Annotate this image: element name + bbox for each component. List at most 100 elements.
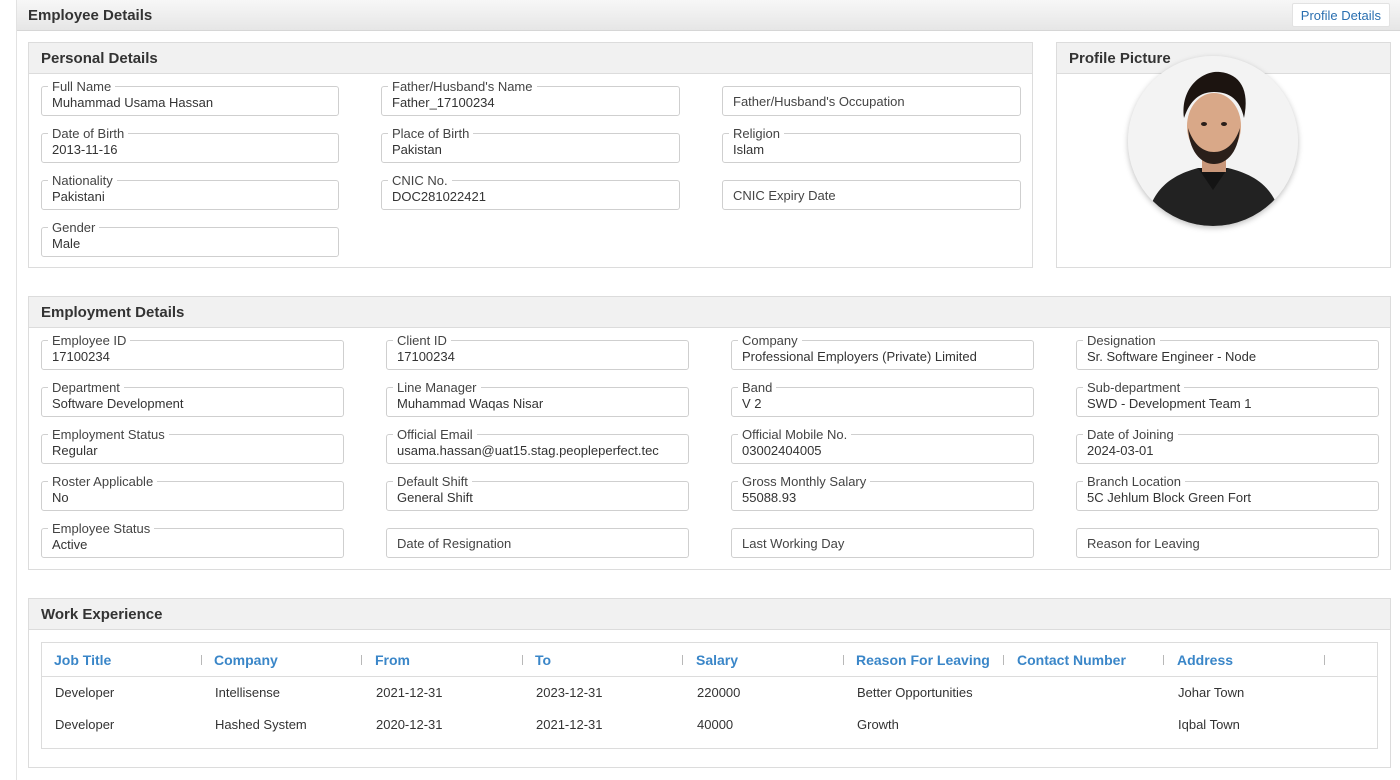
employee-status-field[interactable]: Employee Status Active bbox=[41, 521, 344, 558]
band-field[interactable]: Band V 2 bbox=[731, 380, 1034, 417]
person-photo-icon bbox=[1128, 56, 1298, 226]
client-id-field[interactable]: Client ID 17100234 bbox=[386, 333, 689, 370]
official-email-field[interactable]: Official Email usama.hassan@uat15.stag.p… bbox=[386, 427, 689, 464]
reason-for-leaving-field[interactable]: Reason for Leaving bbox=[1076, 528, 1379, 558]
field-label: Employment Status bbox=[48, 427, 169, 442]
field-value: Muhammad Waqas Nisar bbox=[397, 396, 544, 411]
field-value: 03002404005 bbox=[742, 443, 822, 458]
table-header: Job Title Company From To Salary Reason … bbox=[42, 643, 1377, 677]
field-value: V 2 bbox=[742, 396, 762, 411]
department-field[interactable]: Department Software Development bbox=[41, 380, 344, 417]
column-resize-handle[interactable] bbox=[682, 655, 683, 665]
full-name-field[interactable]: Full Name Muhammad Usama Hassan bbox=[41, 79, 339, 116]
column-header-job-title[interactable]: Job Title bbox=[54, 652, 111, 668]
employment-status-field[interactable]: Employment Status Regular bbox=[41, 427, 344, 464]
nationality-field[interactable]: Nationality Pakistani bbox=[41, 173, 339, 210]
place-of-birth-field[interactable]: Place of Birth Pakistan bbox=[381, 126, 680, 163]
column-resize-handle[interactable] bbox=[522, 655, 523, 665]
official-mobile-field[interactable]: Official Mobile No. 03002404005 bbox=[731, 427, 1034, 464]
field-label: Employee ID bbox=[48, 333, 131, 348]
field-placeholder: Father/Husband's Occupation bbox=[733, 94, 905, 109]
field-value: 5C Jehlum Block Green Fort bbox=[1087, 490, 1252, 505]
field-value: 17100234 bbox=[52, 349, 110, 364]
field-label: Date of Birth bbox=[48, 126, 129, 141]
cell-to: 2023-12-31 bbox=[536, 685, 603, 700]
column-header-reason-for-leaving[interactable]: Reason For Leaving bbox=[856, 652, 990, 668]
field-value: Software Development bbox=[52, 396, 184, 411]
table-row[interactable]: Developer Hashed System 2020-12-31 2021-… bbox=[42, 709, 1377, 741]
cell-salary: 40000 bbox=[697, 717, 734, 732]
cnic-no-field[interactable]: CNIC No. DOC281022421 bbox=[381, 173, 680, 210]
gross-salary-field[interactable]: Gross Monthly Salary 55088.93 bbox=[731, 474, 1034, 511]
column-resize-handle[interactable] bbox=[1163, 655, 1164, 665]
field-label: Full Name bbox=[48, 79, 116, 94]
gender-field[interactable]: Gender Male bbox=[41, 220, 339, 257]
field-value: Sr. Software Engineer - Node bbox=[1087, 349, 1257, 364]
line-manager-field[interactable]: Line Manager Muhammad Waqas Nisar bbox=[386, 380, 689, 417]
field-placeholder: Date of Resignation bbox=[397, 536, 512, 551]
cell-job-title: Developer bbox=[55, 717, 115, 732]
work-experience-panel: Work Experience Job Title Company From T… bbox=[28, 598, 1391, 768]
field-label: Client ID bbox=[393, 333, 451, 348]
tab-profile-details[interactable]: Profile Details bbox=[1291, 3, 1390, 27]
work-experience-heading: Work Experience bbox=[29, 599, 1390, 630]
cnic-expiry-field[interactable]: CNIC Expiry Date bbox=[722, 180, 1021, 210]
default-shift-field[interactable]: Default Shift General Shift bbox=[386, 474, 689, 511]
field-label: Place of Birth bbox=[388, 126, 474, 141]
field-label: Religion bbox=[729, 126, 784, 141]
employee-id-field[interactable]: Employee ID 17100234 bbox=[41, 333, 344, 370]
field-value: Father_17100234 bbox=[392, 95, 495, 110]
date-of-birth-field[interactable]: Date of Birth 2013-11-16 bbox=[41, 126, 339, 163]
profile-picture-panel: Profile Picture bbox=[1056, 42, 1391, 268]
field-value: usama.hassan@uat15.stag.peopleperfect.te… bbox=[397, 443, 659, 458]
company-field[interactable]: Company Professional Employers (Private)… bbox=[731, 333, 1034, 370]
field-label: Line Manager bbox=[393, 380, 481, 395]
column-resize-handle[interactable] bbox=[843, 655, 844, 665]
father-name-field[interactable]: Father/Husband's Name Father_17100234 bbox=[381, 79, 680, 116]
column-header-to[interactable]: To bbox=[535, 652, 551, 668]
column-header-contact-number[interactable]: Contact Number bbox=[1017, 652, 1126, 668]
field-value: No bbox=[52, 490, 69, 505]
cell-company: Hashed System bbox=[215, 717, 307, 732]
father-occupation-field[interactable]: Father/Husband's Occupation bbox=[722, 86, 1021, 116]
field-value: Pakistan bbox=[392, 142, 442, 157]
avatar[interactable] bbox=[1128, 56, 1298, 226]
field-label: Official Mobile No. bbox=[738, 427, 852, 442]
sub-department-field[interactable]: Sub-department SWD - Development Team 1 bbox=[1076, 380, 1379, 417]
field-value: Professional Employers (Private) Limited bbox=[742, 349, 977, 364]
cell-job-title: Developer bbox=[55, 685, 115, 700]
column-header-address[interactable]: Address bbox=[1177, 652, 1233, 668]
cell-to: 2021-12-31 bbox=[536, 717, 603, 732]
cell-reason-for-leaving: Growth bbox=[857, 717, 899, 732]
branch-location-field[interactable]: Branch Location 5C Jehlum Block Green Fo… bbox=[1076, 474, 1379, 511]
cell-address: Iqbal Town bbox=[1178, 717, 1240, 732]
field-label: CNIC No. bbox=[388, 173, 452, 188]
designation-field[interactable]: Designation Sr. Software Engineer - Node bbox=[1076, 333, 1379, 370]
field-label: Nationality bbox=[48, 173, 117, 188]
field-value: Pakistani bbox=[52, 189, 105, 204]
religion-field[interactable]: Religion Islam bbox=[722, 126, 1021, 163]
last-working-day-field[interactable]: Last Working Day bbox=[731, 528, 1034, 558]
roster-applicable-field[interactable]: Roster Applicable No bbox=[41, 474, 344, 511]
field-value: Active bbox=[52, 537, 88, 552]
column-resize-handle[interactable] bbox=[1003, 655, 1004, 665]
field-value: General Shift bbox=[397, 490, 473, 505]
field-label: Gross Monthly Salary bbox=[738, 474, 871, 489]
field-value: Muhammad Usama Hassan bbox=[52, 95, 214, 110]
page-header: Employee Details Profile Details bbox=[17, 0, 1400, 31]
date-of-joining-field[interactable]: Date of Joining 2024-03-01 bbox=[1076, 427, 1379, 464]
column-header-from[interactable]: From bbox=[375, 652, 410, 668]
field-label: Band bbox=[738, 380, 777, 395]
column-resize-handle[interactable] bbox=[201, 655, 202, 665]
date-of-resignation-field[interactable]: Date of Resignation bbox=[386, 528, 689, 558]
field-value: 2013-11-16 bbox=[52, 142, 118, 157]
page-title: Employee Details bbox=[28, 7, 153, 24]
table-row[interactable]: Developer Intellisense 2021-12-31 2023-1… bbox=[42, 677, 1377, 709]
personal-details-heading: Personal Details bbox=[29, 43, 1032, 74]
cell-from: 2021-12-31 bbox=[376, 685, 443, 700]
column-resize-handle[interactable] bbox=[1324, 655, 1325, 665]
field-label: Roster Applicable bbox=[48, 474, 158, 489]
column-header-company[interactable]: Company bbox=[214, 652, 278, 668]
column-resize-handle[interactable] bbox=[361, 655, 362, 665]
column-header-salary[interactable]: Salary bbox=[696, 652, 738, 668]
